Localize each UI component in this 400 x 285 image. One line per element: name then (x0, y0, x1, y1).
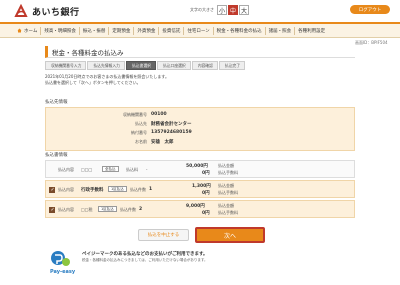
nav-item-settings[interactable]: 各種利用設定 (295, 27, 328, 35)
payeasy-logo-text: Pay-easy (50, 269, 76, 275)
step-1: 収納機関番号入力 (45, 61, 87, 70)
payeasy-message: ペイジーマークのある払込などのお支払いがご利用できます。 (82, 252, 208, 257)
payee-row: 納付番号 1357924680159 (46, 130, 356, 136)
bill-tag: 全払込 (102, 166, 119, 172)
payee-value: 00100 (151, 112, 167, 117)
payee-key: 納付番号 (131, 130, 147, 135)
bill-tag: 1区払込 (108, 186, 127, 192)
bill-row[interactable]: 払込内容 □□□ 全払込 払込料 - 50,000円 払込金額 0円 払込手数料 (45, 160, 355, 178)
step-indicator: 収納機関番号入力 払込先情報入力 払込書選択 払込口座選択 内容確認 払込完了 (45, 61, 246, 70)
bill-count: 1 (149, 186, 153, 192)
next-button[interactable]: 次へ (195, 227, 265, 243)
main-nav: ホーム 残高・明細照会 振込・振替 定期預金 外貨預金 投資信託 住宅ローン 税… (0, 22, 400, 38)
bill-fee-label: 払込金額 (218, 203, 234, 208)
nav-item-notifications[interactable]: 諸届・照会 (266, 26, 296, 35)
nav-item-label: ホーム (24, 28, 38, 34)
nav-item-home[interactable]: ホーム (14, 26, 42, 35)
bank-name: あいち銀行 (32, 7, 80, 18)
bill-fee-label-2: 払込手数料 (218, 170, 238, 175)
step-2: 払込先情報入力 (87, 61, 125, 70)
bill-fee-label: 払込金額 (218, 163, 234, 168)
payee-key: 収納機関番号 (123, 112, 147, 117)
header: あいち銀行 文字の大きさ 小 中 大 ログアウト (0, 0, 400, 22)
bill-content-label: 払込内容 (58, 167, 74, 172)
bill-fee: 0円 (202, 211, 210, 216)
nav-item-balance[interactable]: 残高・明細照会 (41, 26, 80, 35)
bank-logo-icon (14, 4, 28, 17)
payee-key: お名前 (135, 139, 147, 144)
payeasy-subtext: 税金・各種料金の払込みにつきましては、ご利用いただけない場合があります。 (82, 258, 208, 262)
instructions: 2021年01月20日時点でのお客さまの払込書情報を照会いたします。 払込書を選… (45, 74, 169, 86)
bill-checkbox[interactable] (49, 207, 55, 213)
payee-value: 1357924680159 (151, 130, 192, 135)
font-size-large-button[interactable]: 大 (239, 5, 249, 15)
payee-section-label: 払込先情報 (45, 100, 68, 105)
bill-content: □□税 (81, 207, 93, 212)
page-title-bar: 税金・各種料金の払込み (45, 46, 355, 58)
bill-fee: 0円 (202, 191, 210, 196)
nav-item-transfer[interactable]: 振込・振替 (80, 26, 110, 35)
font-size-label: 文字の大きさ (190, 7, 214, 12)
bill-count: 2 (139, 206, 143, 212)
page-title: 税金・各種料金の払込み (52, 48, 124, 57)
step-3-current: 払込書選択 (125, 61, 156, 70)
bill-fee-label-2: 払込手数料 (218, 190, 238, 195)
font-size-selector: 文字の大きさ 小 中 大 (190, 5, 250, 15)
payee-row: 収納機関番号 00100 (46, 112, 356, 118)
bill-count-label: 払込件数 (120, 207, 136, 212)
nav-item-housing-loan[interactable]: 住宅ローン (184, 26, 214, 35)
nav-item-time-deposit[interactable]: 定期預金 (109, 26, 135, 35)
payee-value: 安雄 太郎 (151, 140, 174, 145)
instruction-line-2: 払込書を選択して「次へ」ボタンを押してください。 (45, 80, 141, 85)
logout-button[interactable]: ログアウト (350, 5, 390, 14)
bill-amount: 9,000円 (186, 204, 205, 209)
payee-row: 払込先 財務省会計センター (46, 121, 356, 127)
bill-content: 行政手数料 (81, 187, 104, 193)
bills-section-label: 払込書情報 (45, 153, 68, 158)
bill-row[interactable]: 払込内容 行政手数料 1区払込 払込件数 1 1,300円 払込金額 0円 払込… (45, 180, 355, 198)
payee-key: 払込先 (135, 121, 147, 126)
bill-tag: 1区払込 (98, 206, 117, 212)
bill-count: - (146, 167, 148, 172)
payee-info-box: 収納機関番号 00100 払込先 財務省会計センター 納付番号 13579246… (45, 107, 355, 151)
home-icon (17, 28, 22, 33)
step-5: 内容確認 (191, 61, 218, 70)
bill-count-label: 払込件数 (130, 187, 146, 192)
step-6: 払込完了 (218, 61, 246, 70)
cancel-payment-button[interactable]: 払込を中止する (138, 229, 189, 241)
nav-item-tax-payment[interactable]: 税金・各種料金の払込 (214, 26, 266, 35)
payeasy-logo-icon: Pay-easy (50, 251, 76, 275)
bill-amount-label: 払込料 (126, 167, 138, 172)
payee-row: お名前 安雄 太郎 (46, 139, 356, 145)
bill-checkbox[interactable] (49, 187, 55, 193)
font-size-small-button[interactable]: 小 (217, 5, 227, 15)
bill-fee-label-2: 払込手数料 (218, 210, 238, 215)
step-4: 払込口座選択 (156, 61, 191, 70)
nav-item-foreign-deposit[interactable]: 外貨預金 (134, 26, 160, 35)
nav-item-investment-trust[interactable]: 投資信託 (159, 26, 185, 35)
screen-id: 画面ID：BPIF504 (355, 40, 388, 45)
bill-fee: 0円 (202, 171, 210, 176)
bill-content-label: 払込内容 (58, 207, 74, 212)
bill-fee-label: 払込金額 (218, 183, 234, 188)
font-size-medium-button[interactable]: 中 (228, 5, 238, 15)
bank-logo[interactable]: あいち銀行 (14, 3, 80, 19)
bill-content-label: 払込内容 (58, 187, 74, 192)
bill-amount: 1,300円 (192, 184, 211, 189)
bill-row[interactable]: 払込内容 □□税 1区払込 払込件数 2 9,000円 払込金額 0円 払込手数… (45, 200, 355, 218)
bill-amount: 50,000円 (186, 164, 208, 169)
bill-content: □□□ (81, 167, 93, 172)
payee-value: 財務省会計センター (151, 122, 192, 127)
